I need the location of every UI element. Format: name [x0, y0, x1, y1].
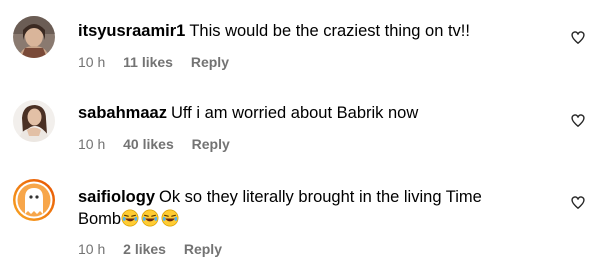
comment-text: saifiology Ok so they literally brought i…	[78, 186, 548, 208]
laughing-emoji-icon	[121, 209, 139, 227]
like-heart-icon[interactable]	[571, 196, 585, 210]
comment-body: This would be the craziest thing on tv!!	[189, 22, 470, 40]
comment-text: itsyusraamir1 This would be the craziest …	[78, 20, 548, 42]
comment-body-continued: Bomb	[78, 210, 122, 228]
comment-body: Uff i am worried about Babrik now	[170, 104, 419, 122]
comment-body: Ok so they literally brought in the livi…	[159, 188, 482, 206]
comment-likes-link[interactable]: 11 likes	[123, 53, 173, 71]
like-heart-icon[interactable]	[571, 114, 585, 128]
comment-time: 10 h	[78, 54, 106, 70]
comment-username[interactable]: itsyusraamir1	[78, 22, 185, 40]
comment-text: sabahmaaz Uff i am worried about Babrik n…	[78, 102, 548, 124]
comment-meta: 10 h 2 likes Reply	[78, 240, 222, 258]
comment-username[interactable]: saifiology	[78, 188, 155, 206]
comment-item: itsyusraamir1 This would be the craziest …	[0, 0, 601, 90]
story-ring-avatar-icon	[13, 179, 55, 221]
reply-button[interactable]: Reply	[191, 53, 229, 71]
laughing-emoji-icon	[161, 209, 179, 227]
comment-likes-link[interactable]: 40 likes	[123, 135, 174, 153]
user-avatar[interactable]	[13, 16, 55, 58]
comment-text-line2: Bomb	[78, 208, 548, 230]
comment-meta: 10 h 11 likes Reply	[78, 53, 229, 71]
comment-meta: 10 h 40 likes Reply	[78, 135, 230, 153]
user-avatar[interactable]	[12, 178, 56, 222]
comment-username[interactable]: sabahmaaz	[78, 104, 167, 122]
comment-likes-link[interactable]: 2 likes	[123, 240, 166, 258]
reply-button[interactable]: Reply	[184, 240, 222, 258]
profile-photo-icon	[13, 100, 55, 142]
comment-time: 10 h	[78, 241, 106, 257]
reply-button[interactable]: Reply	[192, 135, 230, 153]
like-heart-icon[interactable]	[571, 31, 585, 45]
comment-item: saifiology Ok so they literally brought i…	[0, 170, 601, 266]
profile-photo-icon	[13, 16, 55, 58]
laughing-emoji-icon	[141, 209, 159, 227]
comment-time: 10 h	[78, 136, 106, 152]
user-avatar[interactable]	[13, 100, 55, 142]
comment-item: sabahmaaz Uff i am worried about Babrik n…	[0, 90, 601, 170]
